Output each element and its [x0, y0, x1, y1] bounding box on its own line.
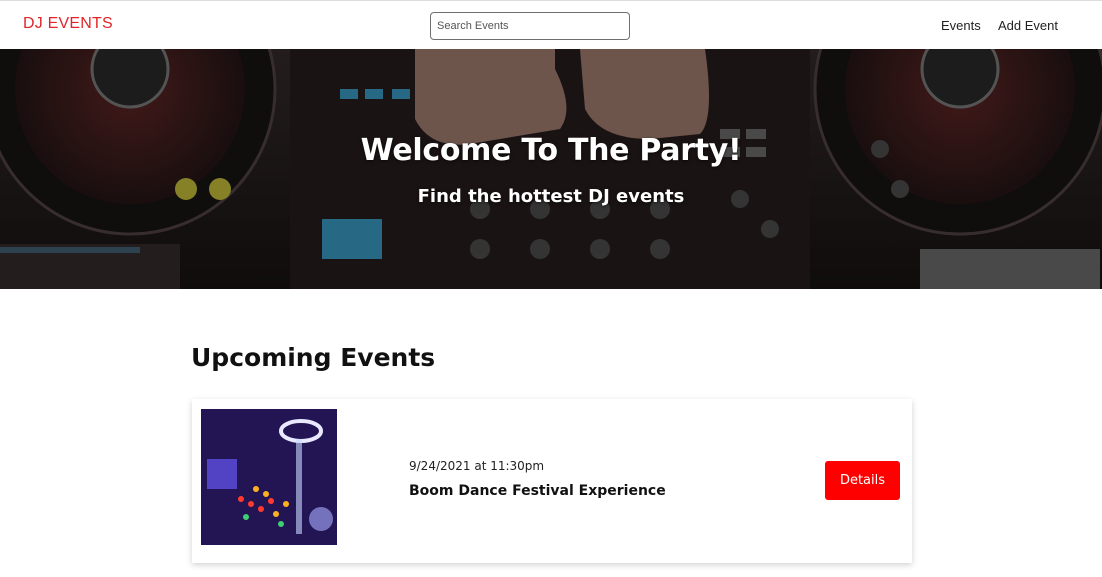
hero-banner: Welcome To The Party! Find the hottest D… [0, 49, 1102, 289]
upcoming-events-heading: Upcoming Events [191, 343, 436, 372]
hero-overlay [0, 49, 1102, 289]
event-name: Boom Dance Festival Experience [409, 483, 666, 499]
event-date: 9/24/2021 at 11:30pm [409, 459, 545, 473]
site-logo[interactable]: DJ EVENTS [23, 15, 113, 33]
nav-link-events[interactable]: Events [941, 18, 981, 33]
search-input[interactable] [430, 12, 630, 40]
event-thumbnail [201, 409, 337, 545]
hero-title: Welcome To The Party! [360, 133, 742, 168]
hero-subtitle: Find the hottest DJ events [417, 186, 685, 207]
details-button[interactable]: Details [825, 461, 900, 500]
nav-link-add-event[interactable]: Add Event [998, 18, 1058, 33]
event-card: 9/24/2021 at 11:30pm Boom Dance Festival… [192, 399, 912, 563]
top-navbar: DJ EVENTS Events Add Event [0, 0, 1102, 49]
